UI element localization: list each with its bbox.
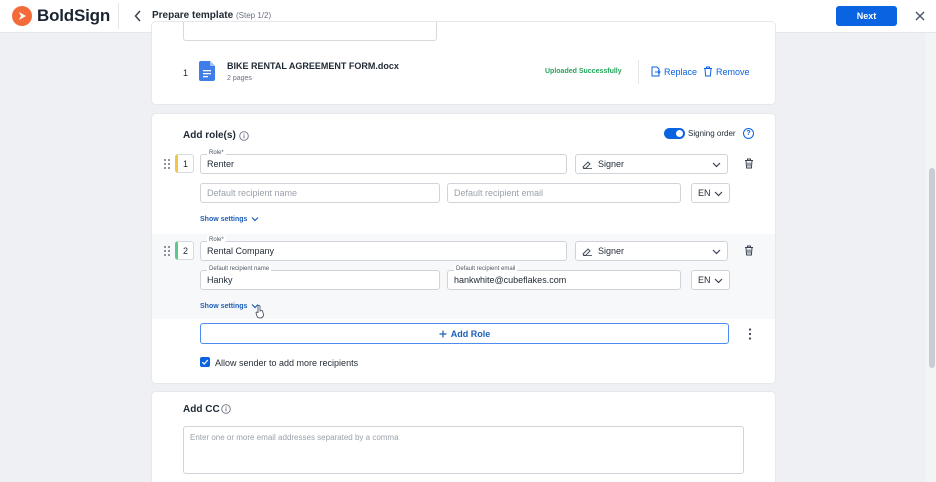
role-number: 2 (175, 241, 194, 260)
language-value: EN (698, 275, 711, 285)
role-type-value: Signer (598, 246, 625, 256)
close-icon (915, 11, 925, 21)
file-pages: 2 pages (227, 75, 252, 82)
chevron-down-icon (712, 162, 721, 168)
recipient-email-placeholder: Default recipient email (454, 188, 544, 198)
recipient-name-input[interactable]: Default recipient name Hanky (200, 265, 440, 290)
chevron-down-icon (252, 217, 259, 222)
role-field-label: Role* (207, 149, 226, 157)
role-name-value: Rental Company (207, 246, 275, 256)
language-select[interactable]: EN (691, 183, 730, 203)
recipient-name-value: Hanky (207, 275, 233, 285)
step-indicator: (Step 1/2) (236, 11, 272, 20)
remove-label: Remove (716, 66, 750, 77)
next-button[interactable]: Next (836, 6, 897, 26)
signing-order-label: Signing order (688, 129, 736, 138)
role-name-input[interactable]: Role* Renter (200, 149, 567, 174)
show-settings-label: Show settings (200, 215, 248, 223)
signature-pen-icon (582, 159, 593, 169)
role-field-label: Role* (207, 236, 226, 244)
signature-pen-icon (582, 246, 593, 256)
close-button[interactable] (912, 8, 928, 24)
more-options-icon[interactable] (746, 327, 754, 341)
chevron-down-icon (714, 278, 723, 284)
brand-name: BoldSign (37, 6, 110, 25)
role-name-value: Renter (207, 159, 235, 169)
recipient-email-input[interactable]: Default recipient email hankwhite@cubefl… (447, 265, 681, 290)
role-type-value: Signer (598, 159, 625, 169)
trash-icon (704, 66, 712, 77)
replace-label: Replace (664, 66, 698, 77)
chevron-down-icon (714, 191, 723, 197)
docx-file-icon (199, 61, 215, 81)
recipient-email-value: hankwhite@cubeflakes.com (454, 275, 567, 285)
add-role-label: Add Role (450, 328, 491, 339)
page-title: Prepare template (152, 10, 234, 21)
info-icon (221, 404, 231, 414)
drag-handle-icon[interactable] (163, 158, 171, 170)
cc-email-input[interactable]: Enter one or more email addresses separa… (183, 426, 744, 474)
role-type-select[interactable]: Signer (575, 241, 728, 261)
file-index: 1 (183, 68, 189, 78)
chevron-down-icon (712, 249, 721, 255)
remove-button[interactable]: Remove (703, 66, 750, 77)
recipient-name-input[interactable]: Default recipient name (200, 183, 440, 203)
upload-status: Uploaded Successfully (545, 68, 622, 75)
cc-section-title: Add CC (183, 404, 220, 415)
show-settings-label: Show settings (200, 302, 248, 310)
chevron-left-icon (134, 10, 141, 22)
drag-handle-icon[interactable] (163, 245, 171, 257)
plus-icon (439, 330, 447, 337)
role-name-input[interactable]: Role* Rental Company (200, 236, 567, 261)
allow-more-recipients-checkbox[interactable] (200, 357, 210, 367)
back-button[interactable] (131, 8, 145, 24)
header-divider (118, 3, 119, 29)
file-name: BIKE RENTAL AGREEMENT FORM.docx (227, 61, 399, 71)
cc-placeholder: Enter one or more email addresses separa… (190, 433, 399, 442)
recipient-email-input[interactable]: Default recipient email (447, 183, 681, 203)
template-field-bottom[interactable] (183, 22, 437, 41)
role-number: 1 (175, 154, 194, 173)
info-icon (239, 131, 249, 141)
add-role-button[interactable]: Add Role (200, 323, 729, 344)
boldsign-logo-icon (12, 6, 32, 26)
file-actions-divider (638, 60, 639, 84)
roles-section-title: Add role(s) (183, 130, 236, 141)
brand[interactable]: BoldSign (12, 6, 110, 26)
help-icon[interactable]: ? (743, 128, 754, 139)
replace-file-icon (651, 66, 661, 77)
recipient-email-label: Default recipient email (454, 265, 518, 273)
show-settings-link[interactable]: Show settings (200, 302, 259, 310)
recipient-name-label: Default recipient name (207, 265, 272, 273)
language-value: EN (698, 188, 711, 198)
delete-role-icon[interactable] (744, 158, 754, 169)
language-select[interactable]: EN (691, 270, 730, 290)
replace-button[interactable]: Replace (650, 66, 697, 77)
hand-cursor-icon (255, 305, 264, 319)
allow-more-recipients-label: Allow sender to add more recipients (215, 358, 359, 368)
recipient-name-placeholder: Default recipient name (207, 188, 298, 198)
delete-role-icon[interactable] (744, 245, 754, 256)
role-type-select[interactable]: Signer (575, 154, 728, 174)
signing-order-toggle[interactable] (664, 128, 685, 139)
show-settings-link[interactable]: Show settings (200, 215, 259, 223)
checkmark-icon (201, 359, 209, 365)
scrollbar-thumb[interactable] (929, 168, 935, 368)
